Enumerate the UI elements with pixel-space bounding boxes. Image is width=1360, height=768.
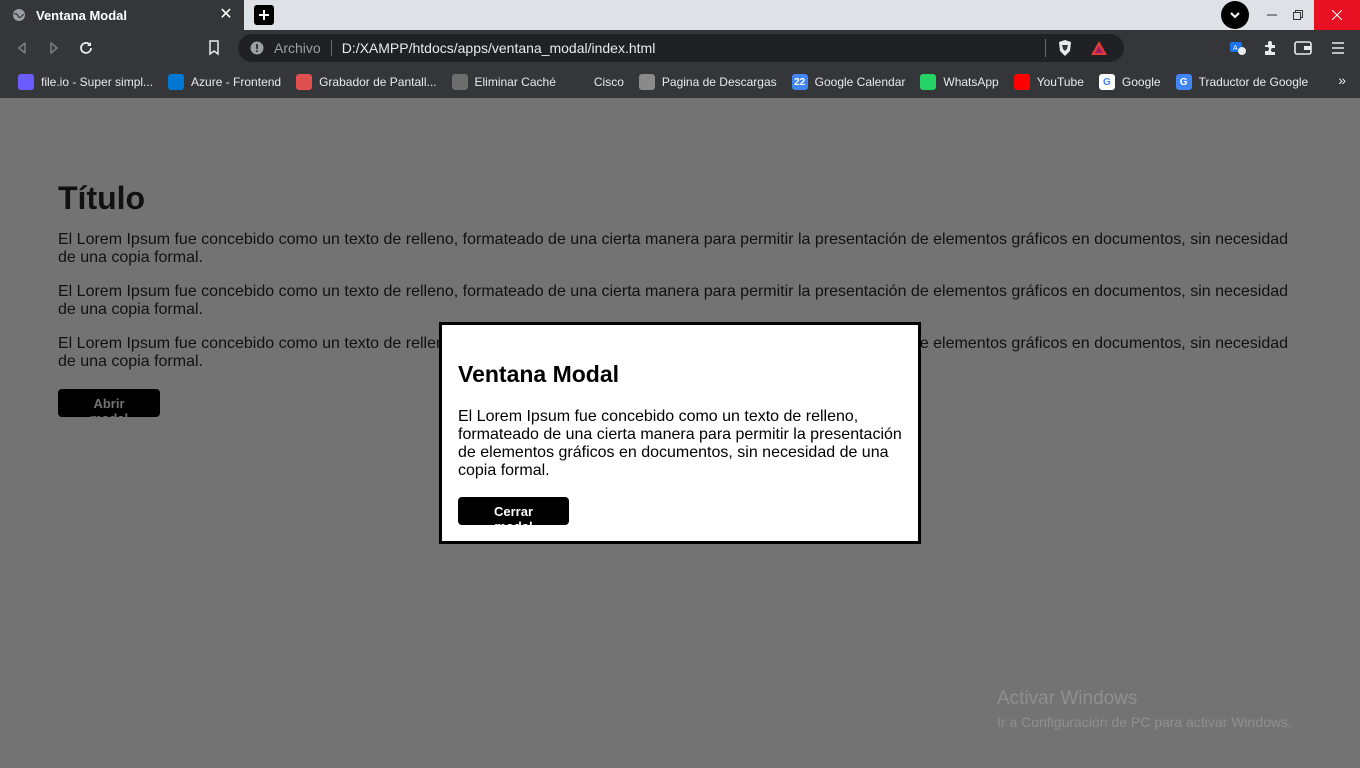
watermark-title: Activar Windows: [997, 688, 1138, 709]
bookmark-label: Azure - Frontend: [191, 75, 282, 89]
plus-icon: [259, 10, 269, 20]
bookmark-label: Grabador de Pantall...: [319, 75, 437, 89]
back-arrow-icon: [18, 42, 26, 54]
watermark-subtitle: Ir a Configuración de PC para activar Wi…: [997, 714, 1292, 730]
gear-icon: [451, 74, 468, 90]
wallet-button[interactable]: [1293, 38, 1313, 58]
bookmark-item[interactable]: Grabador de Pantall...: [290, 70, 442, 94]
forward-arrow-icon: [50, 42, 58, 54]
address-bar[interactable]: Archivo D:/XAMPP/htdocs/apps/ventana_mod…: [238, 34, 1124, 62]
minimize-icon: [1267, 14, 1277, 16]
close-icon: [1332, 10, 1342, 20]
forward-button[interactable]: [44, 38, 64, 58]
bookmarks-bar: file.io - Super simpl... Azure - Frontend…: [0, 66, 1360, 98]
bookmark-item[interactable]: Azure - Frontend: [162, 70, 287, 94]
url-text[interactable]: D:/XAMPP/htdocs/apps/ventana_modal/index…: [342, 40, 1045, 56]
bookmark-item[interactable]: G Google: [1093, 70, 1167, 94]
reload-button[interactable]: [76, 38, 96, 58]
modal-dialog: Ventana Modal El Lorem Ipsum fue concebi…: [439, 322, 921, 544]
file-io-icon: [18, 74, 34, 90]
bookmark-label: file.io - Super simpl...: [41, 75, 154, 89]
google-icon: G: [1098, 74, 1115, 90]
brave-rewards-icon[interactable]: [1090, 39, 1108, 57]
restore-icon: [1293, 10, 1303, 20]
google-calendar-icon: 22: [791, 74, 808, 90]
tab-search-button[interactable]: [1221, 1, 1249, 29]
globe-icon: [12, 8, 26, 22]
brave-shields-icon[interactable]: [1056, 39, 1074, 57]
back-button[interactable]: [12, 38, 32, 58]
bookmark-label: Eliminar Caché: [474, 75, 556, 89]
vpn-extension-icon[interactable]: A: [1228, 38, 1248, 58]
bookmark-item[interactable]: YouTube: [1008, 70, 1090, 94]
bookmark-label: WhatsApp: [943, 75, 999, 89]
bookmark-item[interactable]: file.io - Super simpl...: [12, 70, 159, 94]
wallet-icon: [1294, 41, 1312, 55]
bookmark-item[interactable]: Pagina de Descargas: [633, 70, 783, 94]
divider: [330, 40, 332, 56]
bookmark-label: YouTube: [1036, 75, 1084, 89]
globe-icon: [638, 74, 655, 90]
bookmark-label: Google: [1121, 75, 1161, 89]
modal-text: El Lorem Ipsum fue concebido como un tex…: [458, 408, 902, 479]
menu-button[interactable]: [1328, 38, 1348, 58]
page-viewport: Título El Lorem Ipsum fue concebido como…: [0, 98, 1360, 768]
google-translate-icon: G: [1175, 74, 1192, 90]
close-window-button[interactable]: [1314, 0, 1360, 30]
youtube-icon: [1013, 74, 1030, 90]
puzzle-icon: [1265, 41, 1275, 55]
extensions-button[interactable]: [1260, 38, 1280, 58]
close-tab-icon[interactable]: ✕: [218, 7, 234, 23]
browser-toolbar: Archivo D:/XAMPP/htdocs/apps/ventana_mod…: [0, 30, 1360, 66]
tab-ventana-modal[interactable]: Ventana Modal ✕: [0, 0, 244, 30]
bookmark-item[interactable]: Cisco: [565, 70, 630, 94]
bookmark-item[interactable]: 22 Google Calendar: [786, 70, 912, 94]
bookmark-label: Google Calendar: [814, 75, 906, 89]
svg-text:A: A: [1233, 45, 1238, 52]
modal-title: Ventana Modal: [458, 361, 620, 387]
bookmark-item[interactable]: Eliminar Caché: [446, 70, 562, 94]
info-icon[interactable]: [250, 41, 264, 55]
cisco-icon: [570, 74, 587, 90]
paragraph: El Lorem Ipsum fue concebido como un tex…: [58, 231, 1289, 266]
tab-strip: Ventana Modal ✕: [0, 0, 1360, 30]
chevron-down-icon: [1230, 12, 1240, 19]
bookmark-icon: [209, 40, 219, 56]
reload-icon: [80, 42, 92, 54]
bookmark-label: Traductor de Google: [1198, 75, 1309, 89]
hamburger-menu-icon: [1332, 42, 1344, 54]
close-modal-button[interactable]: Cerrar modal: [458, 497, 569, 534]
azure-devops-icon: [168, 74, 185, 90]
screen-recorder-icon: [296, 74, 313, 90]
bookmark-button[interactable]: [204, 38, 224, 58]
paragraph: El Lorem Ipsum fue concebido como un tex…: [58, 283, 1289, 318]
windows-activation-watermark: Activar Windows Ir a Configuración de PC…: [997, 688, 1292, 730]
url-scheme-label: Archivo: [274, 40, 321, 56]
page-title: Título: [58, 180, 146, 216]
open-modal-button[interactable]: Abrir modal: [58, 389, 160, 426]
new-tab-button[interactable]: [254, 5, 274, 25]
tab-title: Ventana Modal: [36, 7, 128, 23]
more-bookmarks-icon[interactable]: »: [1338, 72, 1346, 88]
bookmark-label: Cisco: [593, 75, 624, 89]
bookmark-label: Pagina de Descargas: [661, 75, 777, 89]
restore-button[interactable]: [1280, 0, 1316, 30]
bookmark-item[interactable]: G Traductor de Google: [1170, 70, 1315, 94]
whatsapp-icon: [920, 74, 937, 90]
bookmark-item[interactable]: WhatsApp: [914, 70, 1004, 94]
divider: [1045, 39, 1046, 57]
